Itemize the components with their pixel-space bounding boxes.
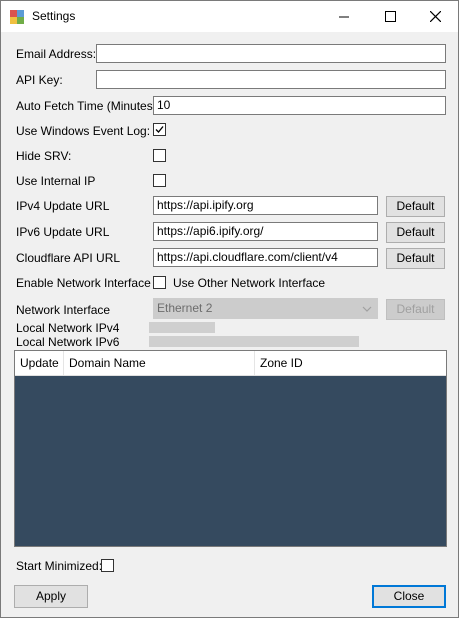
settings-window: Settings Email Address: API Key: Auto Fe… — [0, 0, 459, 618]
cloudflare-api-label: Cloudflare API URL — [16, 251, 121, 265]
chevron-down-icon — [362, 306, 372, 312]
grid-header: Update Domain Name Zone ID — [15, 351, 446, 376]
title-bar[interactable]: Settings — [1, 1, 458, 32]
netif-default-button[interactable]: Default — [386, 299, 445, 320]
local-ipv4-value-redacted — [149, 322, 215, 333]
start-minimized-label: Start Minimized: — [16, 559, 103, 573]
hide-srv-checkbox[interactable] — [153, 149, 166, 162]
maximize-button[interactable] — [367, 1, 413, 32]
event-log-label: Use Windows Event Log: — [16, 124, 151, 138]
column-header-domain-name[interactable]: Domain Name — [64, 351, 255, 375]
minimize-icon — [339, 16, 349, 17]
ipv4-url-label: IPv4 Update URL — [16, 199, 110, 213]
close-button[interactable]: Close — [372, 585, 446, 608]
local-ipv6-value-redacted — [149, 336, 359, 347]
hide-srv-label: Hide SRV: — [16, 149, 72, 163]
internal-ip-label: Use Internal IP — [16, 174, 96, 188]
local-ipv6-label: Local Network IPv6 — [16, 335, 120, 349]
local-ipv4-label: Local Network IPv4 — [16, 321, 120, 335]
ipv6-default-button[interactable]: Default — [386, 222, 445, 243]
use-other-netif-label[interactable]: Use Other Network Interface — [173, 276, 325, 290]
api-key-field[interactable] — [96, 70, 446, 89]
enable-netif-label: Enable Network Interface — [16, 276, 151, 290]
internal-ip-checkbox[interactable] — [153, 174, 166, 187]
ipv6-url-field[interactable]: https://api6.ipify.org/ — [153, 222, 378, 241]
close-window-button[interactable] — [412, 1, 458, 32]
cloudflare-default-button[interactable]: Default — [386, 248, 445, 269]
apply-button[interactable]: Apply — [14, 585, 88, 608]
auto-fetch-field[interactable]: 10 — [153, 96, 446, 115]
auto-fetch-label: Auto Fetch Time (Minutes): — [16, 99, 161, 113]
api-key-label: API Key: — [16, 73, 63, 87]
window-title: Settings — [32, 9, 76, 23]
netif-selected-value: Ethernet 2 — [157, 301, 213, 315]
checkmark-icon — [155, 126, 164, 133]
column-header-update[interactable]: Update — [15, 351, 64, 375]
ipv4-url-field[interactable]: https://api.ipify.org — [153, 196, 378, 215]
netif-label: Network Interface — [16, 303, 111, 317]
start-minimized-checkbox[interactable] — [101, 559, 114, 572]
use-other-netif-checkbox[interactable] — [153, 276, 166, 289]
maximize-icon — [384, 11, 396, 22]
cloudflare-api-field[interactable]: https://api.cloudflare.com/client/v4 — [153, 248, 378, 267]
netif-select[interactable]: Ethernet 2 — [153, 298, 378, 319]
ipv6-url-label: IPv6 Update URL — [16, 225, 110, 239]
event-log-checkbox[interactable] — [153, 123, 166, 136]
close-icon — [429, 11, 441, 22]
domain-grid[interactable]: Update Domain Name Zone ID — [14, 350, 447, 547]
email-label: Email Address: — [16, 47, 97, 61]
minimize-button[interactable] — [321, 1, 367, 32]
column-header-zone-id[interactable]: Zone ID — [255, 351, 446, 375]
ipv4-default-button[interactable]: Default — [386, 196, 445, 217]
email-field[interactable] — [96, 44, 446, 63]
app-icon — [9, 9, 25, 25]
